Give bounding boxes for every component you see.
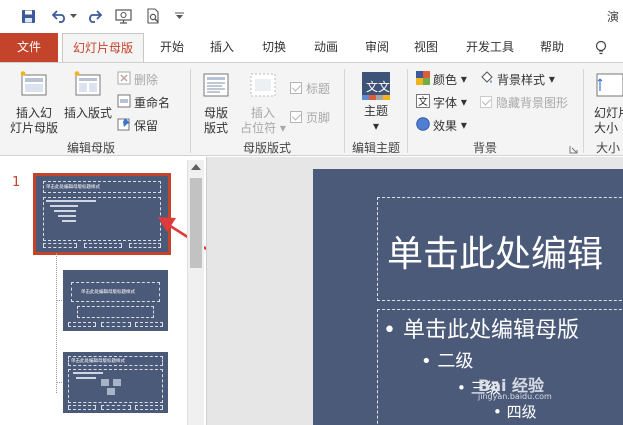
insert-layout-icon: [62, 71, 114, 103]
slideshow-from-start-icon[interactable]: [113, 6, 133, 26]
body-level-2: • 二级: [421, 351, 474, 372]
redo-icon[interactable]: [84, 6, 104, 26]
paint-bucket-icon: [480, 70, 494, 88]
colors-icon: [416, 70, 430, 88]
ribbon: 插入幻 灯片母版 插入版式 删除 重命名 保留 编辑母版 母版 版式 插入 占位…: [0, 62, 623, 156]
group-label-edit-master: 编辑母版: [66, 141, 115, 155]
slide-size-button[interactable]: 幻灯片 大小: [588, 71, 623, 136]
layout-thumbnail-content[interactable]: 单击此处编辑母版标题样式: [63, 352, 168, 413]
tree-connector: [56, 253, 57, 393]
tab-transitions[interactable]: 切换: [254, 33, 294, 62]
baidu-jingyan-watermark: Bai 经验 jingyan.baidu.com: [478, 376, 552, 401]
customize-qat-icon[interactable]: [172, 6, 186, 26]
group-separator: [407, 69, 408, 153]
background-dialog-launcher-icon[interactable]: [569, 143, 578, 154]
layout-thumbnail-title[interactable]: 单击此处编辑母版标题样式: [63, 270, 168, 331]
body-level-4: • 四级: [493, 403, 537, 421]
tab-insert[interactable]: 插入: [202, 33, 242, 62]
effects-dropdown[interactable]: 效果 ▾: [416, 116, 467, 134]
effects-icon: [416, 116, 430, 134]
quick-access-toolbar: 演: [0, 0, 623, 33]
rename-icon: [117, 94, 131, 111]
group-separator: [583, 69, 584, 153]
undo-dropdown-icon[interactable]: [68, 6, 78, 26]
window-title: 演: [606, 10, 619, 24]
insert-slide-master-button[interactable]: 插入幻 灯片母版: [8, 71, 60, 136]
thumbnail-scrollbar[interactable]: [187, 160, 204, 425]
undo-icon[interactable]: [50, 6, 70, 26]
group-label-background: 背景: [472, 141, 497, 155]
body-level-1: • 单击此处编辑母版: [383, 318, 579, 343]
footer-checkbox[interactable]: 页脚: [290, 108, 330, 126]
tab-slide-master[interactable]: 幻灯片母版: [62, 33, 144, 63]
title-checkbox[interactable]: 标题: [290, 79, 330, 97]
tab-home[interactable]: 开始: [152, 33, 192, 62]
fonts-dropdown[interactable]: 文 字体 ▾: [416, 93, 467, 111]
insert-slide-master-icon: [8, 71, 60, 103]
preserve-button[interactable]: 保留: [117, 116, 158, 134]
colors-dropdown[interactable]: 颜色 ▾: [416, 70, 467, 88]
slide-title-text: 单击此处编辑: [387, 234, 604, 275]
tab-review[interactable]: 审阅: [357, 33, 397, 62]
delete-icon: [117, 71, 131, 88]
rename-button[interactable]: 重命名: [117, 93, 170, 111]
pin-icon: [117, 117, 131, 134]
ribbon-tabs: 文件 幻灯片母版 开始 插入 切换 动画 审阅 视图 开发工具 帮助: [0, 33, 623, 63]
fonts-icon: 文: [416, 93, 430, 111]
insert-placeholder-icon: [240, 71, 286, 103]
group-label-size: 大小: [596, 141, 621, 155]
hide-background-graphics-checkbox[interactable]: 隐藏背景图形: [480, 93, 568, 111]
delete-button[interactable]: 删除: [117, 70, 158, 88]
themes-button[interactable]: 文文 主题 ▾: [354, 71, 398, 134]
insert-layout-button[interactable]: 插入版式: [62, 71, 114, 121]
master-layout-icon: [196, 71, 236, 103]
master-slide-thumbnail[interactable]: 单击此处编辑母版标题样式: [33, 173, 171, 255]
group-separator: [190, 69, 191, 153]
group-label-edit-theme: 编辑主题: [351, 141, 400, 155]
slide-number: 1: [12, 175, 21, 190]
tab-animations[interactable]: 动画: [306, 33, 346, 62]
tell-me-icon[interactable]: [588, 33, 614, 62]
save-icon[interactable]: [18, 6, 38, 26]
tab-file[interactable]: 文件: [0, 33, 58, 62]
background-styles-dropdown[interactable]: 背景样式 ▾: [480, 70, 555, 88]
master-layout-button[interactable]: 母版 版式: [196, 71, 236, 136]
themes-icon: 文文: [361, 71, 391, 101]
scroll-up-icon[interactable]: [191, 164, 201, 170]
svg-text:文: 文: [418, 95, 428, 108]
print-preview-icon[interactable]: [143, 6, 163, 26]
insert-placeholder-button[interactable]: 插入 占位符 ▾: [240, 71, 286, 136]
tab-help[interactable]: 帮助: [532, 33, 572, 62]
master-slide-canvas[interactable]: 单击此处编辑 • 单击此处编辑母版 • 二级 • 三级 • 四级: [313, 169, 623, 425]
tab-developer[interactable]: 开发工具: [457, 33, 523, 62]
tab-view[interactable]: 视图: [406, 33, 446, 62]
svg-text:文文: 文文: [366, 79, 390, 94]
group-separator: [344, 69, 345, 153]
slide-size-icon: [594, 71, 623, 103]
group-label-master-layout: 母版版式: [242, 141, 291, 155]
scrollbar-thumb[interactable]: [190, 178, 202, 268]
